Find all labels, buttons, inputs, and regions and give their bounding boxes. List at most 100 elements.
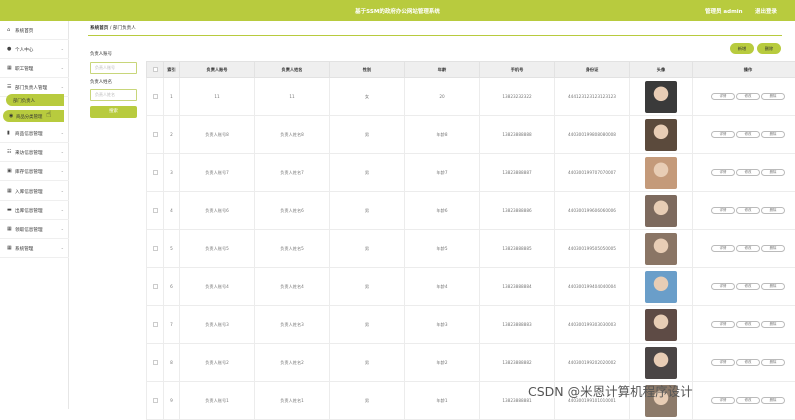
avatar	[645, 309, 677, 341]
detail-button[interactable]: 详情	[711, 321, 735, 328]
row-delete-button[interactable]: 删除	[761, 245, 785, 252]
select-all-header[interactable]	[147, 62, 164, 78]
edit-button[interactable]: 修改	[736, 93, 760, 100]
account-filter-input[interactable]: 负责人账号	[90, 62, 137, 74]
sidebar-item[interactable]: ▦领取信息管理⌄	[0, 220, 69, 239]
row-checkbox[interactable]	[153, 132, 158, 137]
cell-name: 负责人姓名1	[255, 382, 330, 420]
header-actions: 操作	[693, 62, 795, 78]
list-icon: ☰	[7, 85, 13, 90]
grid-icon: ▦	[7, 246, 13, 251]
sidebar-subitem-department-head[interactable]: 部门负责人	[6, 94, 64, 106]
cell-index: 8	[164, 344, 180, 382]
row-delete-button[interactable]: 删除	[761, 283, 785, 290]
detail-button[interactable]: 详情	[711, 245, 735, 252]
cell-gender: 男	[330, 230, 405, 268]
avatar	[645, 271, 677, 303]
row-delete-button[interactable]: 删除	[761, 93, 785, 100]
cell-idcard: 440300199303030003	[555, 306, 630, 344]
sidebar-item[interactable]: ●个人中心⌄	[0, 40, 69, 59]
cell-gender: 男	[330, 116, 405, 154]
breadcrumb-divider	[88, 35, 782, 36]
row-delete-button[interactable]: 删除	[761, 131, 785, 138]
edit-button[interactable]: 修改	[736, 131, 760, 138]
cell-gender: 男	[330, 306, 405, 344]
cell-avatar	[630, 306, 693, 344]
data-table: 索引 负责人账号 负责人姓名 性别 年龄 手机号 身份证 头像 操作 11111…	[146, 61, 795, 420]
edit-button[interactable]: 修改	[736, 321, 760, 328]
row-checkbox[interactable]	[153, 322, 158, 327]
sidebar-item[interactable]: ▦职工管理⌄	[0, 59, 69, 78]
cell-idcard: 440300199202020002	[555, 344, 630, 382]
detail-button[interactable]: 详情	[711, 131, 735, 138]
edit-button[interactable]: 修改	[736, 245, 760, 252]
row-checkbox[interactable]	[153, 360, 158, 365]
detail-button[interactable]: 详情	[711, 397, 735, 404]
header-index: 索引	[164, 62, 180, 78]
sidebar-item[interactable]: ▣库存信息管理⌄	[0, 162, 69, 181]
edit-button[interactable]: 修改	[736, 283, 760, 290]
edit-button[interactable]: 修改	[736, 169, 760, 176]
cell-index: 6	[164, 268, 180, 306]
edit-button[interactable]: 修改	[736, 359, 760, 366]
cell-age: 年龄4	[405, 268, 480, 306]
add-button[interactable]: 新增	[730, 43, 754, 54]
table-row: 8负责人账号2负责人姓名2男年龄213823888882440300199202…	[147, 344, 795, 382]
select-all-checkbox[interactable]	[153, 67, 158, 72]
avatar	[645, 119, 677, 151]
avatar	[645, 81, 677, 113]
sidebar-item-category[interactable]: ◉商品分类管理	[3, 110, 64, 122]
sidebar-item[interactable]: ⌂系统首页	[0, 21, 69, 40]
person-icon: ●	[7, 47, 13, 52]
cell-name: 负责人姓名8	[255, 116, 330, 154]
search-button[interactable]: 搜索	[90, 106, 137, 118]
cell-name: 负责人姓名7	[255, 154, 330, 192]
breadcrumb-current: 部门负责人	[113, 26, 136, 31]
monitor-icon: ▬	[7, 208, 13, 213]
cell-phone: 13823888883	[480, 306, 555, 344]
name-filter-input[interactable]: 负责人姓名	[90, 89, 137, 101]
table-row: 9负责人账号1负责人姓名1男年龄113823888881440300199101…	[147, 382, 795, 420]
row-checkbox[interactable]	[153, 398, 158, 403]
detail-button[interactable]: 详情	[711, 169, 735, 176]
table-row: 7负责人账号3负责人姓名3男年龄313823888883440300199303…	[147, 306, 795, 344]
cell-index: 5	[164, 230, 180, 268]
sidebar-item[interactable]: ▬出库信息管理⌄	[0, 201, 69, 220]
detail-button[interactable]: 详情	[711, 359, 735, 366]
detail-button[interactable]: 详情	[711, 283, 735, 290]
detail-button[interactable]: 详情	[711, 93, 735, 100]
detail-button[interactable]: 详情	[711, 207, 735, 214]
chevron-down-icon: ⌄	[61, 130, 64, 135]
row-checkbox[interactable]	[153, 284, 158, 289]
delete-button[interactable]: 删除	[757, 43, 781, 54]
edit-button[interactable]: 修改	[736, 397, 760, 404]
row-delete-button[interactable]: 删除	[761, 207, 785, 214]
sidebar-item[interactable]: ▮商品信息管理⌄	[0, 124, 69, 143]
avatar	[645, 347, 677, 379]
cell-gender: 男	[330, 192, 405, 230]
sidebar-item-label: 领取信息管理	[15, 227, 43, 233]
cell-idcard: 444123123123123123	[555, 78, 630, 116]
row-checkbox[interactable]	[153, 208, 158, 213]
row-checkbox[interactable]	[153, 170, 158, 175]
sidebar-item[interactable]: ▦系统管理⌄	[0, 239, 69, 258]
sidebar-item[interactable]: ▦入库信息管理⌄	[0, 182, 69, 201]
row-delete-button[interactable]: 删除	[761, 169, 785, 176]
sidebar-item[interactable]: ☷来访信息管理⌄	[0, 143, 69, 162]
cell-actions: 详情修改删除	[693, 306, 795, 344]
cell-index: 9	[164, 382, 180, 420]
cell-phone: 13823888888	[480, 116, 555, 154]
cell-gender: 男	[330, 382, 405, 420]
row-delete-button[interactable]: 删除	[761, 397, 785, 404]
breadcrumb-home[interactable]: 系统首页	[90, 26, 108, 31]
row-checkbox[interactable]	[153, 246, 158, 251]
cell-avatar	[630, 344, 693, 382]
cell-account: 负责人账号2	[180, 344, 255, 382]
cell-idcard: 440300199606060006	[555, 192, 630, 230]
row-delete-button[interactable]: 删除	[761, 321, 785, 328]
row-select-cell	[147, 154, 164, 192]
edit-button[interactable]: 修改	[736, 207, 760, 214]
row-delete-button[interactable]: 删除	[761, 359, 785, 366]
logout-link[interactable]: 退出登录	[755, 7, 777, 15]
row-checkbox[interactable]	[153, 94, 158, 99]
